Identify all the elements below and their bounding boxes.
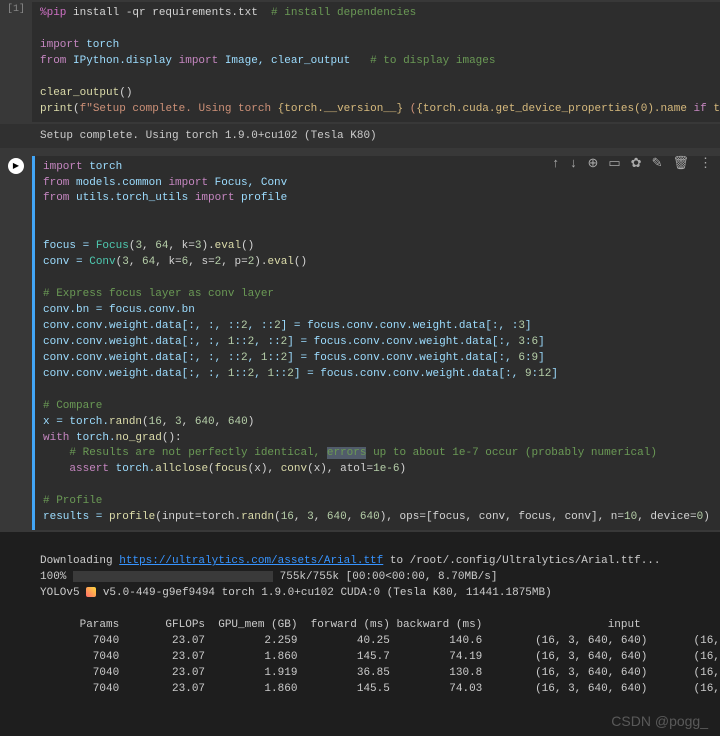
run-cell-button[interactable]: ▶ — [8, 158, 24, 174]
notebook: [1] %pip install -qr requirements.txt # … — [0, 0, 720, 574]
download-line: Downloading https://ultralytics.com/asse… — [40, 555, 661, 567]
yolo-line: YOLOv5 v5.0-449-g9ef9494 torch 1.9.0+cu1… — [40, 587, 552, 599]
edit-icon[interactable]: ✎ — [652, 156, 663, 171]
code-editor-1[interactable]: %pip install -qr requirements.txt # inst… — [32, 2, 720, 122]
move-up-icon[interactable]: ↑ — [552, 156, 560, 171]
code-cell-2: ↑ ↓ ⊕ ▭ ✿ ✎ 🗑 ⋮ ▶ import torch from mode… — [0, 154, 720, 533]
cell-1-output: Setup complete. Using torch 1.9.0+cu102 … — [0, 124, 720, 148]
rocket-icon — [86, 587, 96, 597]
settings-icon[interactable]: ✿ — [631, 156, 642, 171]
watermark: CSDN @pogg_ — [611, 711, 708, 731]
link-icon[interactable]: ⊕ — [587, 156, 598, 171]
more-icon[interactable]: ⋮ — [699, 156, 712, 171]
cell-toolbar: ↑ ↓ ⊕ ▭ ✿ ✎ 🗑 ⋮ — [552, 156, 712, 171]
run-button-gutter: ▶ — [0, 156, 32, 531]
progress-line: 100% 755k/755k [00:00<00:00, 8.70MB/s] — [40, 571, 497, 583]
code-cell-1: [1] %pip install -qr requirements.txt # … — [0, 0, 720, 124]
cell-2-output: Downloading https://ultralytics.com/asse… — [0, 532, 720, 735]
code-editor-2[interactable]: import torch from models.common import F… — [32, 156, 720, 531]
comment-icon[interactable]: ▭ — [608, 156, 620, 171]
table-rows: 7040 23.07 2.259 40.25 140.6 (16, 3, 640… — [40, 635, 720, 695]
delete-icon[interactable]: 🗑 — [672, 156, 689, 171]
cell-index: [1] — [0, 2, 32, 122]
table-header: Params GFLOPs GPU_mem (GB) forward (ms) … — [40, 619, 720, 631]
download-link[interactable]: https://ultralytics.com/assets/Arial.ttf — [119, 555, 383, 567]
progress-bar — [73, 571, 273, 582]
move-down-icon[interactable]: ↓ — [570, 156, 578, 171]
